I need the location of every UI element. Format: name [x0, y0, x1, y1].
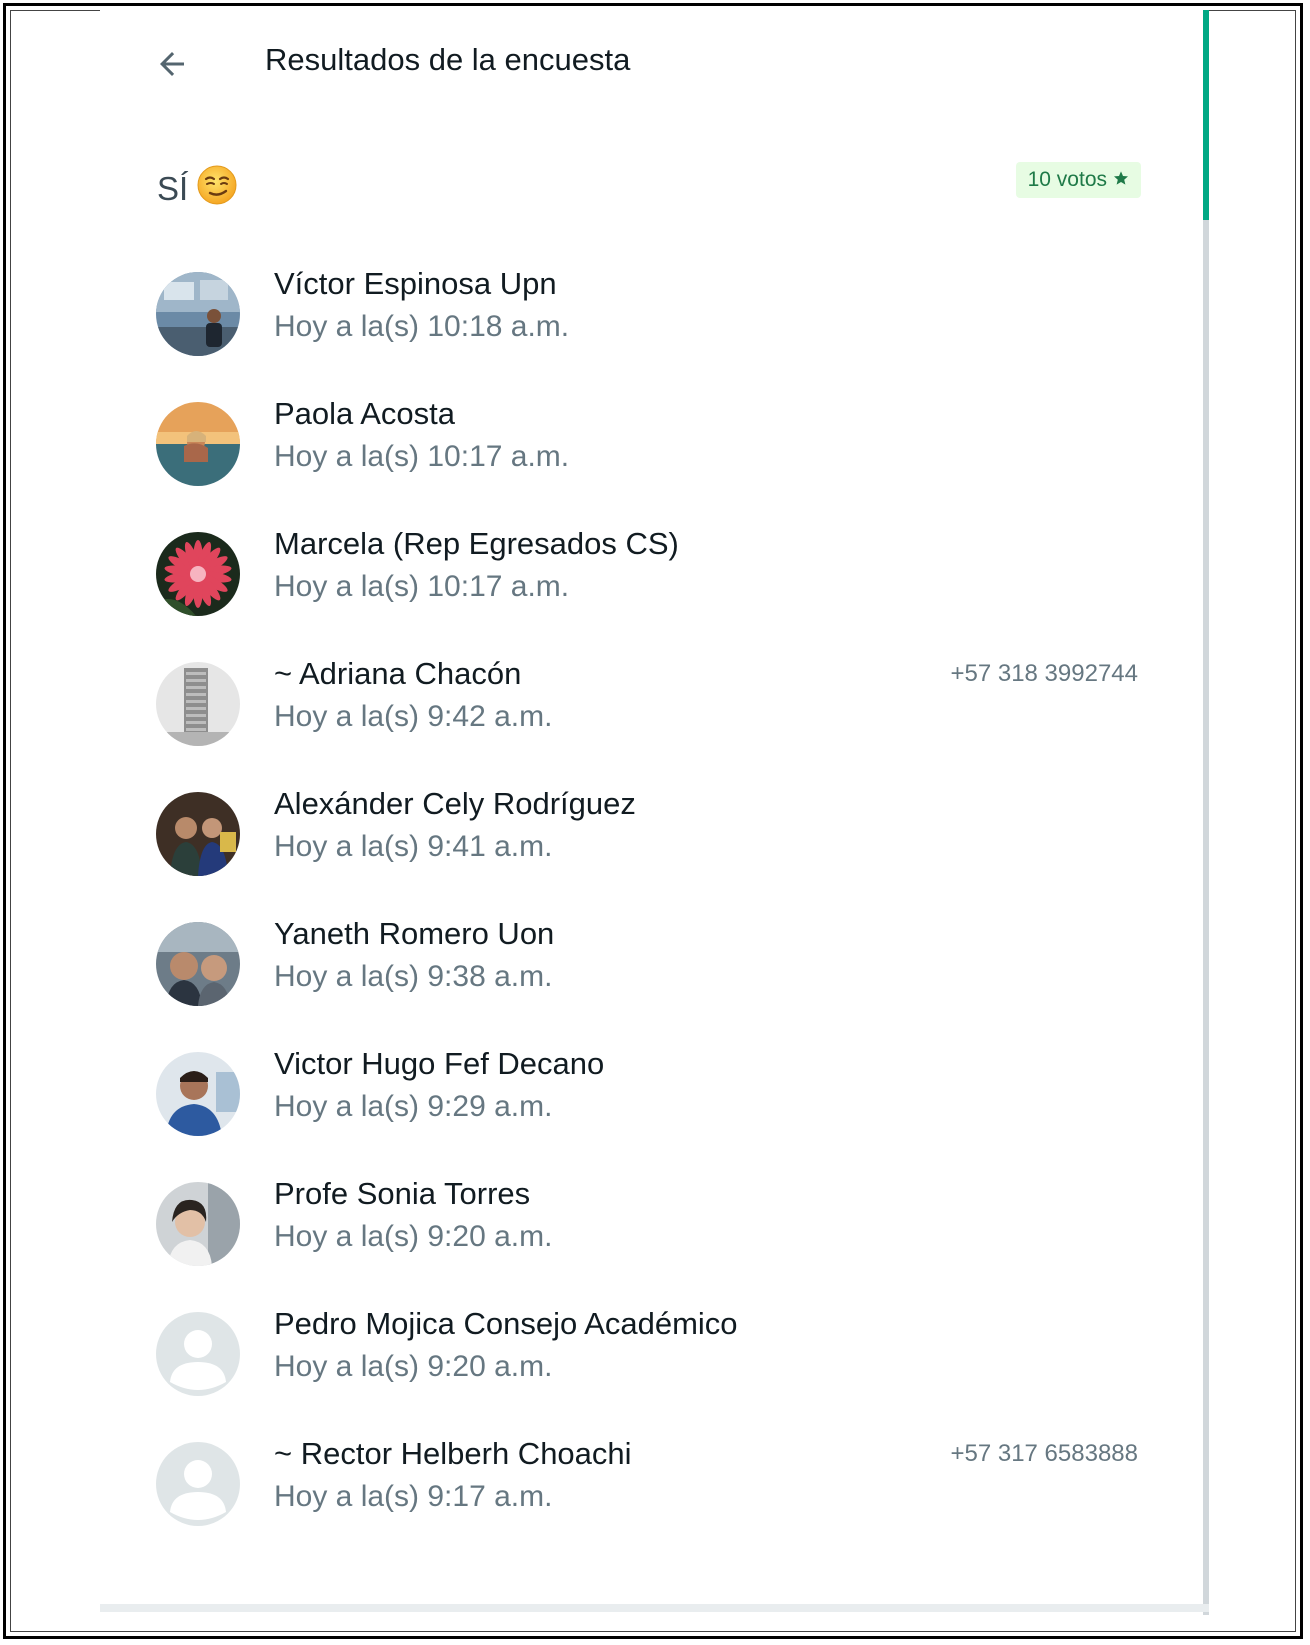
avatar[interactable] — [156, 922, 240, 1006]
panel-bottom-edge — [100, 1604, 1209, 1612]
voter-row[interactable]: Pedro Mojica Consejo Académico Hoy a la(s… — [154, 1290, 1144, 1400]
poll-option: SÍ 10 votos — [154, 158, 1141, 210]
vote-timestamp: Hoy a la(s) 9:17 a.m. — [274, 1480, 553, 1513]
voter-row[interactable]: Paola Acosta Hoy a la(s) 10:17 a.m. — [154, 380, 1144, 490]
voter-name: Victor Hugo Fef Decano — [274, 1046, 605, 1081]
star-icon — [1113, 168, 1129, 192]
vote-timestamp: Hoy a la(s) 9:41 a.m. — [274, 830, 553, 863]
avatar[interactable] — [156, 1442, 240, 1526]
avatar[interactable] — [156, 402, 240, 486]
votes-count: 10 votos — [1027, 168, 1107, 191]
arrow-left-icon — [160, 52, 184, 76]
page-title: Resultados de la encuesta — [265, 42, 631, 77]
avatar[interactable] — [156, 272, 240, 356]
vote-timestamp: Hoy a la(s) 9:20 a.m. — [274, 1350, 553, 1383]
avatar[interactable] — [156, 1312, 240, 1396]
voter-name: ~ Adriana Chacón — [274, 656, 522, 691]
poll-option-label: SÍ — [157, 170, 189, 207]
voter-name: Paola Acosta — [274, 396, 455, 431]
vote-timestamp: Hoy a la(s) 10:17 a.m. — [274, 440, 570, 473]
avatar[interactable] — [156, 1182, 240, 1266]
panel-header: Resultados de la encuesta — [100, 28, 1200, 98]
poll-option-label-wrap: SÍ — [157, 164, 238, 214]
voter-row[interactable]: Marcela (Rep Egresados CS) Hoy a la(s) 10… — [154, 510, 1144, 620]
voter-name: Marcela (Rep Egresados CS) — [274, 526, 679, 561]
vote-timestamp: Hoy a la(s) 9:42 a.m. — [274, 700, 553, 733]
back-button[interactable] — [152, 44, 192, 84]
voter-row[interactable]: ~ Rector Helberh Choachi Hoy a la(s) 9:17… — [154, 1420, 1144, 1530]
voter-name: Víctor Espinosa Upn — [274, 266, 557, 301]
voter-row[interactable]: Víctor Espinosa Upn Hoy a la(s) 10:18 a.m… — [154, 250, 1144, 360]
vote-timestamp: Hoy a la(s) 10:18 a.m. — [274, 310, 570, 343]
vote-timestamp: Hoy a la(s) 9:29 a.m. — [274, 1090, 553, 1123]
voter-row[interactable]: Yaneth Romero Uon Hoy a la(s) 9:38 a.m. — [154, 900, 1144, 1010]
voter-name: Pedro Mojica Consejo Académico — [274, 1306, 738, 1341]
smirk-emoji-icon — [196, 164, 238, 214]
voter-name: Profe Sonia Torres — [274, 1176, 531, 1211]
avatar[interactable] — [156, 532, 240, 616]
voter-name: ~ Rector Helberh Choachi — [274, 1436, 632, 1471]
vote-timestamp: Hoy a la(s) 9:38 a.m. — [274, 960, 553, 993]
votes-badge: 10 votos — [1015, 162, 1141, 198]
vote-timestamp: Hoy a la(s) 9:20 a.m. — [274, 1220, 553, 1253]
voter-name: Alexánder Cely Rodríguez — [274, 786, 636, 821]
scrollbar-thumb[interactable] — [1203, 10, 1209, 220]
voter-phone: +57 317 6583888 — [950, 1440, 1138, 1467]
voter-row[interactable]: Alexánder Cely Rodríguez Hoy a la(s) 9:41… — [154, 770, 1144, 880]
scrollbar-track[interactable] — [1203, 10, 1209, 1615]
voter-row[interactable]: Victor Hugo Fef Decano Hoy a la(s) 9:29 a… — [154, 1030, 1144, 1140]
voter-row[interactable]: Profe Sonia Torres Hoy a la(s) 9:20 a.m. — [154, 1160, 1144, 1270]
avatar[interactable] — [156, 792, 240, 876]
avatar[interactable] — [156, 1052, 240, 1136]
voter-phone: +57 318 3992744 — [950, 660, 1138, 687]
voter-row[interactable]: ~ Adriana Chacón Hoy a la(s) 9:42 a.m. +57… — [154, 640, 1144, 750]
voter-name: Yaneth Romero Uon — [274, 916, 555, 951]
avatar[interactable] — [156, 662, 240, 746]
vote-timestamp: Hoy a la(s) 10:17 a.m. — [274, 570, 570, 603]
